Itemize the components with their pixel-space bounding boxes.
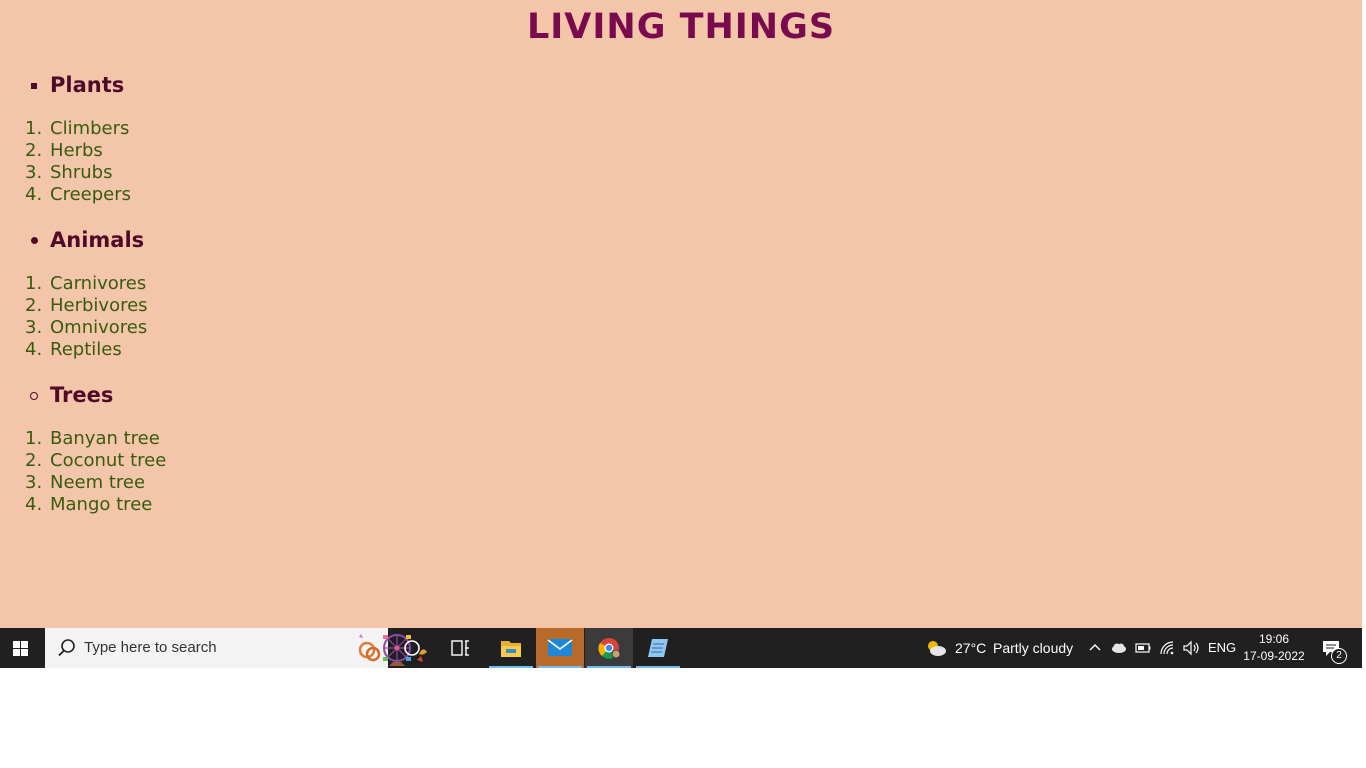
page-title: LIVING THINGS: [526, 7, 836, 47]
category-heading-trees: Trees: [50, 383, 114, 407]
taskbar-clock[interactable]: 19:06 17-09-2022: [1240, 631, 1308, 665]
category-heading-plants: Plants: [50, 73, 125, 97]
taskbar-mail[interactable]: [536, 628, 584, 668]
clock-time: 19:06: [1258, 632, 1290, 646]
browser-page: LIVING THINGS Plants 1. Climbers 2. Herbs …: [0, 0, 1362, 628]
taskbar-notepad[interactable]: [634, 628, 682, 668]
weather-condition[interactable]: Partly cloudy: [993, 628, 1073, 668]
mail-icon: [547, 639, 573, 656]
search-icon: [58, 639, 75, 657]
task-view-button[interactable]: [436, 628, 484, 668]
wifi-icon[interactable]: [1157, 638, 1177, 658]
speaker-volume-icon[interactable]: [1181, 638, 1201, 658]
chrome-icon: [598, 638, 621, 659]
file-explorer-icon: [501, 641, 521, 657]
taskbar: Type here to search 27°C Partly cloudy E…: [0, 628, 1362, 668]
start-button[interactable]: [0, 628, 44, 668]
notification-count-badge: 2: [1331, 648, 1347, 664]
taskbar-file-explorer[interactable]: [487, 628, 535, 668]
onedrive-cloud-icon[interactable]: [1109, 638, 1129, 658]
list-bullet-square: [31, 83, 37, 89]
action-center-button[interactable]: 2: [1314, 628, 1362, 668]
list-bullet-disc: [31, 237, 38, 244]
clock-date: 17-09-2022: [1243, 649, 1305, 663]
category-heading-animals: Animals: [50, 228, 145, 252]
battery-icon[interactable]: [1133, 638, 1153, 658]
cortana-button[interactable]: [388, 628, 436, 668]
partly-cloudy-weather-icon[interactable]: [924, 638, 948, 658]
input-language-indicator[interactable]: ENG: [1208, 628, 1236, 668]
notepad-icon: [648, 639, 668, 657]
taskbar-search-box[interactable]: Type here to search: [45, 628, 427, 668]
search-placeholder: Type here to search: [84, 639, 217, 656]
chevron-up-icon[interactable]: [1085, 638, 1105, 658]
cortana-circle-icon: [404, 640, 420, 656]
weather-temperature[interactable]: 27°C: [955, 628, 986, 668]
list-bullet-circle: [30, 392, 38, 400]
screen-edge: [1362, 628, 1366, 668]
taskbar-chrome[interactable]: [585, 628, 633, 668]
task-view-icon: [451, 640, 469, 656]
windows-logo-icon: [13, 641, 28, 656]
